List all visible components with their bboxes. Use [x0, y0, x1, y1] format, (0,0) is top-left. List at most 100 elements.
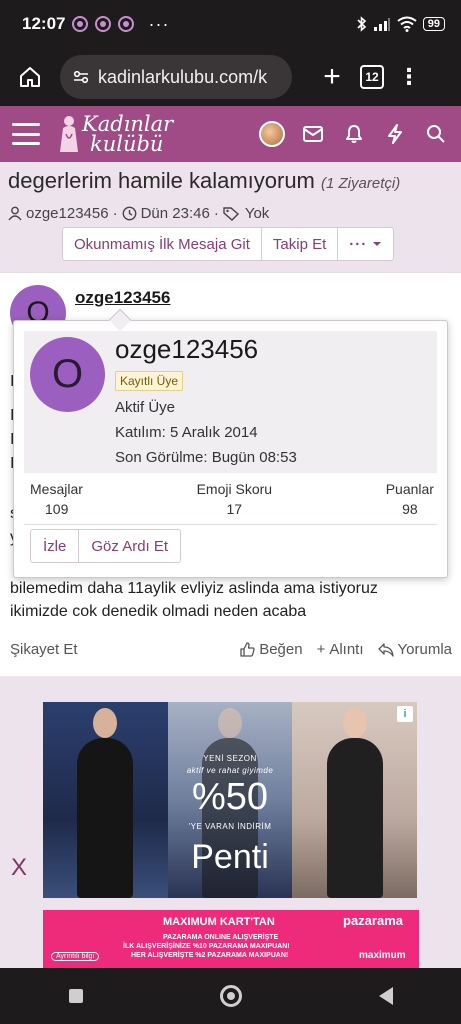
status-time: 12:07: [22, 14, 66, 33]
go-to-first-unread-button[interactable]: Okunmamış İlk Mesaja Git: [63, 228, 262, 260]
ad-title: MAXIMUM KART'TAN: [163, 916, 275, 928]
penti-ad-banner[interactable]: YENİ SEZON aktif ve rahat giyimde %50 'Y…: [43, 702, 417, 898]
ad-info-link[interactable]: Ayrıntılı bilgi: [51, 952, 99, 961]
thread-header: degerlerim hamile kalamıyorum (1 Ziyaret…: [0, 162, 461, 272]
stat-value: 98: [402, 501, 418, 517]
user-icon: [8, 206, 22, 221]
ad-line: aktif ve rahat giyimde: [186, 766, 274, 775]
home-icon: [20, 67, 40, 87]
site-logo[interactable]: Kadınlar kulübü: [58, 112, 174, 156]
thread-action-bar: Okunmamış İlk Mesaja Git Takip Et ···: [62, 227, 395, 261]
post-body-line: bilemedim daha 11aylik evliyiz aslinda a…: [10, 580, 378, 597]
member-tooltip: O ozge123456 Kayıtlı Üye Aktif Üye Katıl…: [13, 308, 448, 578]
battery-icon: 99: [422, 17, 445, 31]
notification-icon: [72, 16, 89, 32]
stat-label: Mesajlar: [30, 481, 83, 497]
pazarama-ad-banner[interactable]: MAXIMUM KART'TAN PAZARAMA ONLINE ALIŞVER…: [43, 910, 419, 968]
post-body-line: ikimizde cok denedik olmadi neden acaba: [10, 603, 307, 620]
reply-label: Yorumla: [397, 641, 452, 658]
post-body: bilemedim daha 11aylik evliyiz aslinda a…: [10, 577, 450, 623]
more-dots-icon: ···: [349, 235, 368, 253]
bell-icon[interactable]: [341, 121, 367, 147]
home-button[interactable]: [12, 59, 48, 95]
notification-icon: [95, 16, 112, 32]
member-name[interactable]: ozge123456: [115, 334, 258, 365]
stat-messages: Mesajlar 109: [30, 481, 83, 517]
hamburger-menu-icon[interactable]: [12, 123, 40, 145]
follow-button[interactable]: Takip Et: [262, 228, 339, 260]
member-avatar[interactable]: O: [30, 337, 105, 412]
thread-visitors: (1 Ziyaretçi): [321, 175, 401, 192]
thread-author[interactable]: ozge123456: [26, 205, 109, 222]
reply-icon: [377, 642, 394, 657]
member-actions: İzle Göz Ardı Et: [30, 529, 182, 563]
thread-date[interactable]: Dün 23:46: [141, 205, 210, 222]
status-bar: 12:07 ··· 99: [0, 0, 461, 48]
lightning-icon[interactable]: [382, 121, 408, 147]
ad-percent: %50: [191, 776, 269, 818]
stat-label: Emoji Skoru: [196, 481, 273, 497]
thread-tags: Yok: [244, 205, 270, 222]
clock-icon: [122, 206, 136, 221]
member-stats: Mesajlar 109 Emoji Skoru 17 Puanlar 98: [30, 481, 434, 517]
search-icon[interactable]: [423, 121, 449, 147]
logo-text-line2: kulübü: [90, 132, 164, 156]
ad-line: HER ALIŞVERİŞTE %2 PAZARAMA MAXIPUAN!: [131, 952, 289, 959]
ad-image-panel: YENİ SEZON aktif ve rahat giyimde %50 'Y…: [167, 702, 293, 898]
system-nav-bar: [0, 968, 461, 1024]
model-figure: [326, 708, 383, 898]
thumbs-up-icon: [240, 642, 255, 657]
tab-switcher-button[interactable]: 12: [360, 65, 384, 89]
stat-value: 17: [226, 501, 243, 517]
ad-brand: Penti: [191, 838, 269, 876]
thread-title-text: degerlerim hamile kalamıyorum: [8, 168, 315, 193]
logo-text-line1: Kadınlar: [82, 112, 174, 136]
user-avatar[interactable]: [259, 121, 285, 147]
divider: [24, 524, 437, 525]
ad-brand: maximum: [359, 950, 406, 961]
status-more-icon: ···: [148, 13, 170, 34]
ad-line: PAZARAMA ONLINE ALIŞVERİŞTE: [163, 934, 279, 941]
new-tab-button[interactable]: +: [314, 60, 350, 94]
site-header: Kadınlar kulübü: [0, 106, 461, 162]
ad-close-button[interactable]: X: [11, 854, 27, 882]
ad-image-panel: i: [292, 702, 417, 898]
site-info-icon[interactable]: [72, 68, 90, 86]
ad-line: İLK ALIŞVERİŞİNİZE %10 PAZARAMA MAXIPUAN…: [123, 943, 290, 950]
watch-button[interactable]: İzle: [31, 530, 80, 562]
more-actions-button[interactable]: ···: [338, 228, 393, 260]
thread-meta: ozge123456 · Dün 23:46 · Yok: [8, 205, 269, 222]
url-bar[interactable]: kadinlarkulubu.com/k: [60, 55, 292, 99]
model-figure: [77, 708, 134, 898]
member-joined: Katılım: 5 Aralık 2014: [115, 424, 258, 441]
home-nav-icon[interactable]: [219, 985, 242, 1007]
like-button[interactable]: Beğen: [240, 641, 303, 658]
member-badge: Kayıtlı Üye: [115, 371, 184, 391]
report-link[interactable]: Şikayet Et: [10, 641, 78, 658]
chevron-down-icon: [373, 242, 382, 246]
post-username[interactable]: ozge123456: [75, 288, 170, 308]
member-title: Aktif Üye: [115, 399, 176, 416]
ad-line: 'YE VARAN İNDİRİM: [188, 822, 272, 831]
notification-icon: [118, 16, 135, 32]
status-icons: 99: [357, 16, 445, 32]
ad-image-panel: [43, 702, 168, 898]
stat-points: Puanlar 98: [386, 481, 434, 517]
quote-label: Alıntı: [329, 641, 364, 658]
stat-emoji-score: Emoji Skoru 17: [197, 481, 272, 517]
member-card-header: O ozge123456 Kayıtlı Üye Aktif Üye Katıl…: [24, 331, 437, 473]
quote-button[interactable]: + Alıntı: [317, 641, 364, 658]
back-icon[interactable]: [378, 987, 393, 1005]
ad-brand: pazarama: [343, 913, 403, 928]
ignore-button[interactable]: Göz Ardı Et: [79, 530, 180, 562]
reply-button[interactable]: Yorumla: [377, 641, 452, 658]
tags-icon: [223, 207, 239, 221]
member-last-seen: Son Görülme: Bugün 08:53: [115, 449, 297, 466]
ad-info-icon[interactable]: i: [397, 706, 414, 722]
inbox-icon[interactable]: [300, 121, 326, 147]
url-text: kadinlarkulubu.com/k: [98, 66, 268, 87]
browser-menu-button[interactable]: ⋮: [398, 66, 420, 88]
bluetooth-icon: [357, 16, 366, 32]
ad-line: YENİ SEZON: [203, 754, 257, 763]
recents-icon[interactable]: [68, 989, 83, 1003]
